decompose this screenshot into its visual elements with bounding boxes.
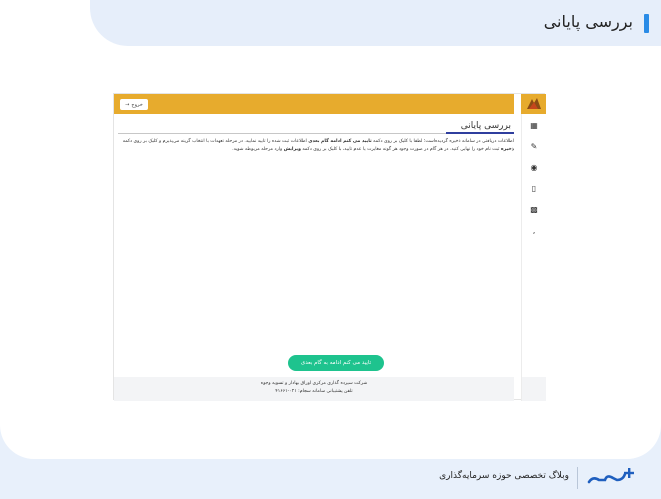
app-header-bar: خروج → <box>114 94 514 114</box>
eye-icon[interactable]: ◉ <box>528 162 540 174</box>
exit-arrow-icon: → <box>125 101 130 108</box>
building-icon[interactable]: ▩ <box>528 204 540 216</box>
comma-icon[interactable]: ‚ <box>528 225 540 237</box>
book-icon[interactable]: ▦ <box>528 120 540 132</box>
heading-accent-bar <box>644 14 649 33</box>
instructions-paragraph: اطلاعات دریافتی در سامانه ذخیره گردیده‌ا… <box>120 138 514 154</box>
footer-support-phone: تلفن پشتیبانی سامانه سجام: ۰۲۱-۴۱۶۶۱ <box>275 389 353 394</box>
paragraph-text-3: ثبت نام خود را نهایی کنید. در هر گام در … <box>302 147 500 152</box>
bottom-divider <box>577 467 578 489</box>
title-divider-accent <box>446 132 514 134</box>
exit-button[interactable]: خروج → <box>120 99 148 110</box>
confirm-button-label: تایید می کنم ادامه به گام بعدی <box>300 360 372 366</box>
app-sidebar: ▦ ✎ ◉ ▯ ▩ ‚ <box>521 114 546 377</box>
paragraph-text-4: وارد مرحله مربوطه شوید. <box>232 147 283 152</box>
brand-tagline: وبلاگ تخصصی حوزه سرمایه‌گذاری <box>439 471 569 481</box>
footer-company: شرکت سپرده گذاری مرکزی اوراق بهادار و تس… <box>260 381 368 386</box>
content-title: بررسی پایانی <box>460 121 511 131</box>
paragraph-bold-3: ویرایش <box>283 147 301 152</box>
sejam-logo <box>521 94 546 114</box>
footer-side-cell <box>521 377 546 401</box>
phone-icon[interactable]: ▯ <box>528 183 540 195</box>
paragraph-text-2: اطلاعات ثبت شده را تایید نمایید. در مرحل… <box>122 139 307 144</box>
edit-icon[interactable]: ✎ <box>528 141 540 153</box>
logo-icon <box>526 98 541 109</box>
app-footer: شرکت سپرده گذاری مرکزی اوراق بهادار و تس… <box>114 377 514 401</box>
paragraph-bold-2: ذخیره <box>500 147 514 152</box>
exit-label: خروج <box>131 101 143 108</box>
page-title: بررسی پایانی <box>543 12 633 31</box>
confirm-next-step-button[interactable]: تایید می کنم ادامه به گام بعدی <box>288 355 384 371</box>
paragraph-bold-1: تایید می کنم ادامه گام بعدی <box>308 139 372 144</box>
sarmaye-logo-icon <box>587 468 634 484</box>
paragraph-text-1: اطلاعات دریافتی در سامانه ذخیره گردیده‌ا… <box>373 139 514 144</box>
sejam-app-window: خروج → ▦ ✎ ◉ ▯ ▩ ‚ بررسی پایانی اطلاعات … <box>113 93 546 401</box>
